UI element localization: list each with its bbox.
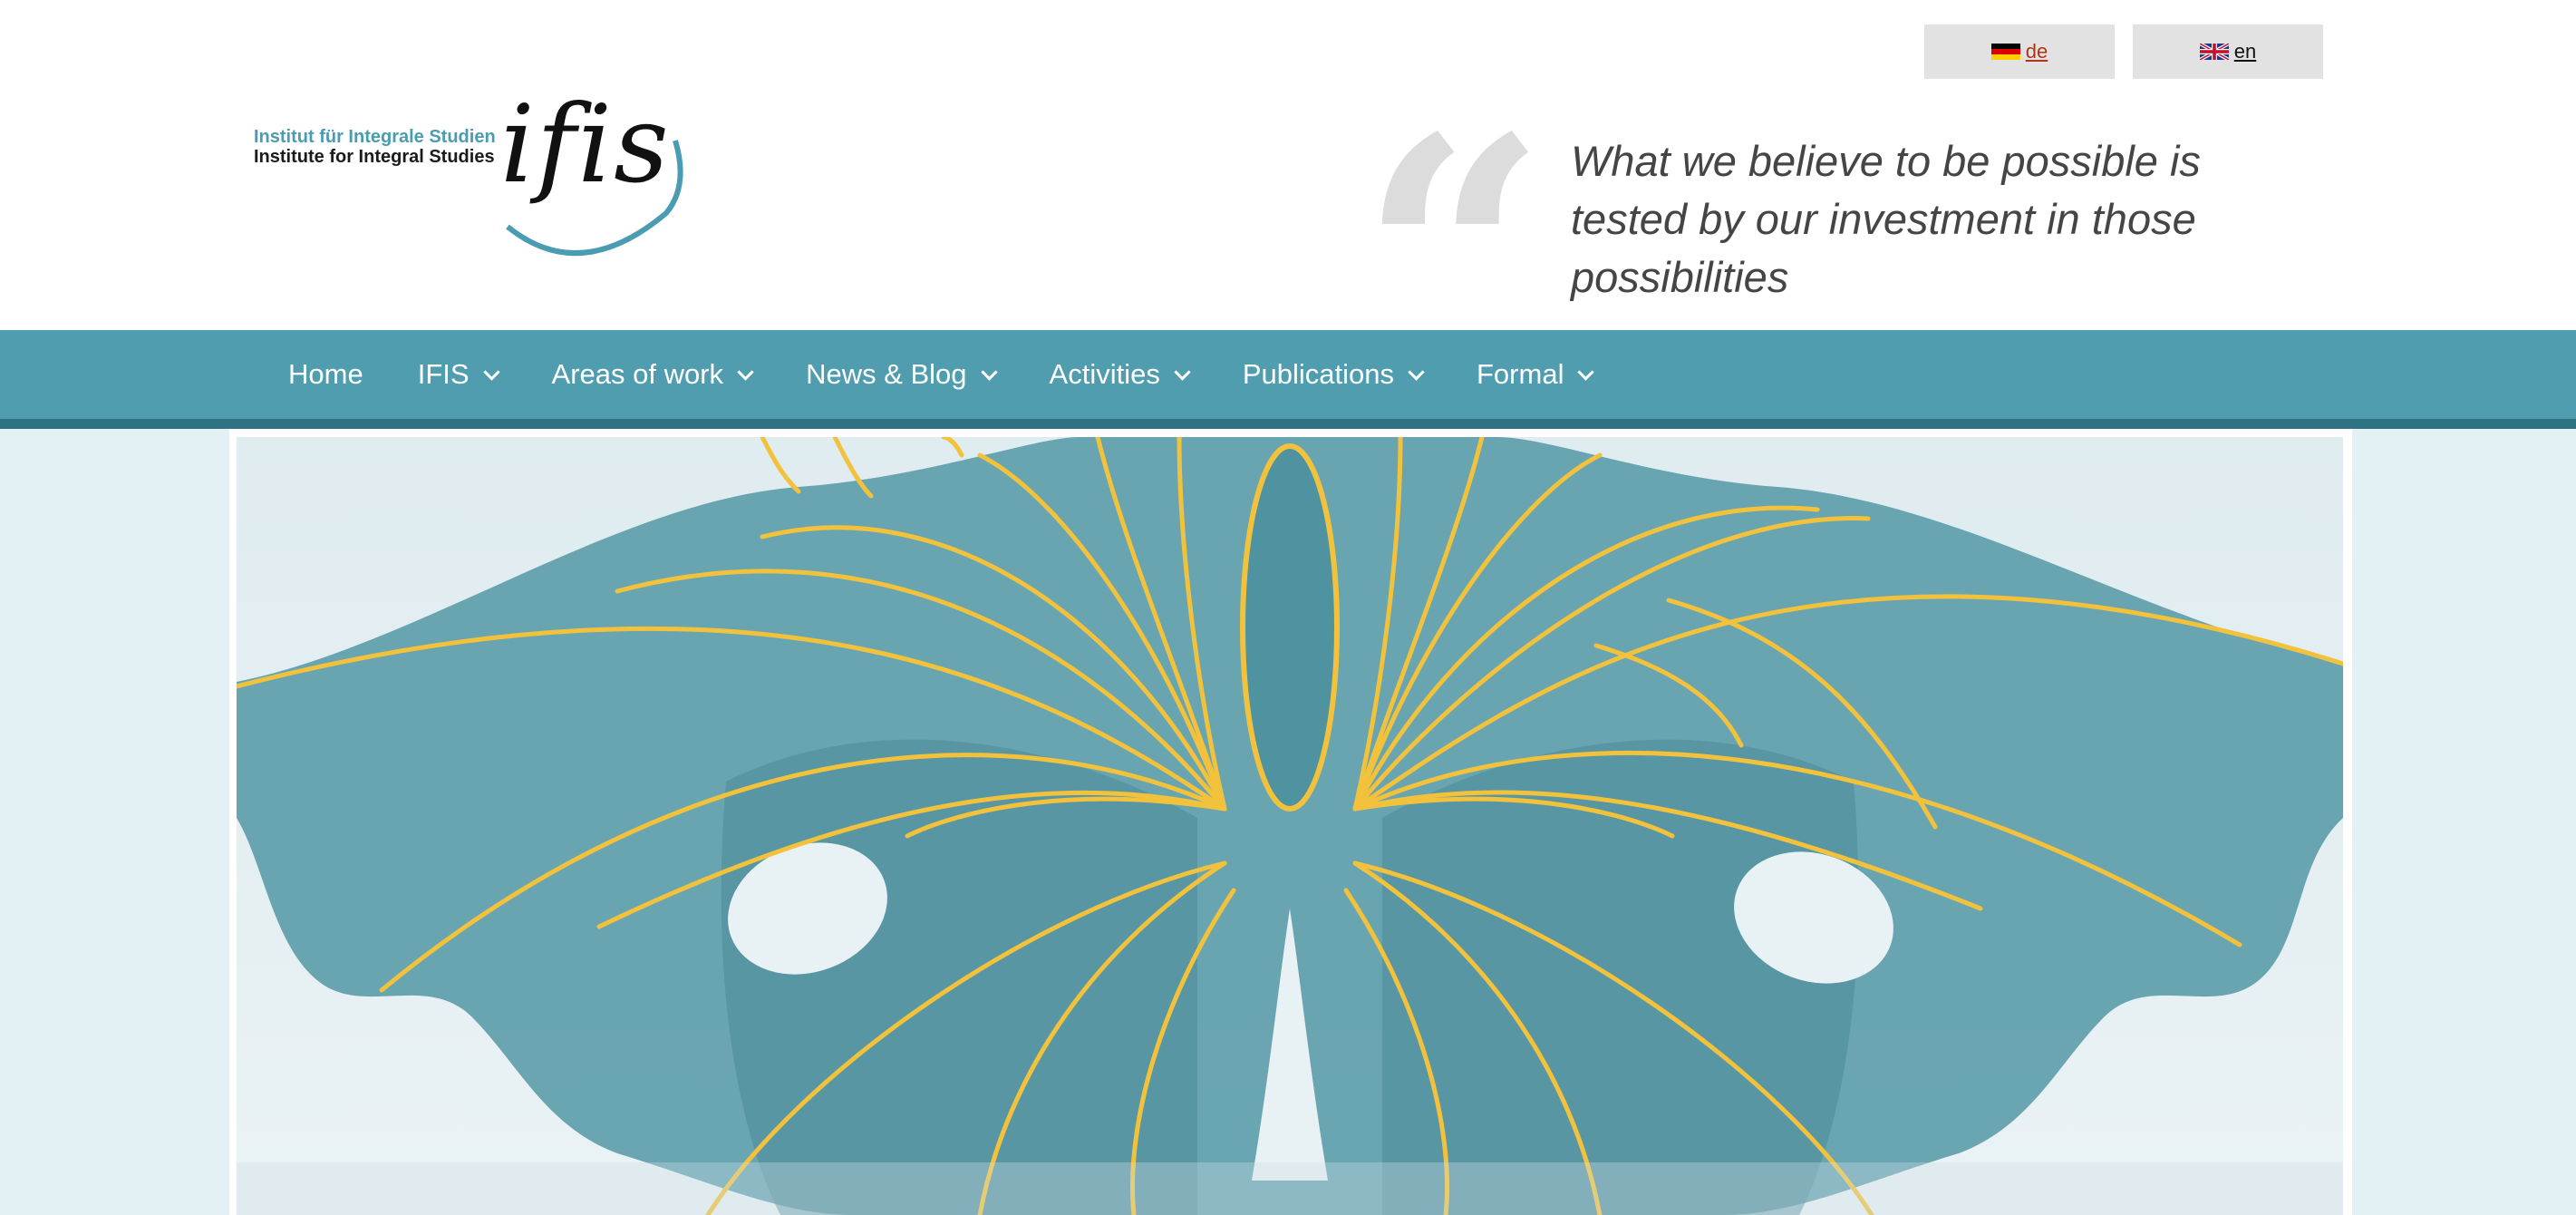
main-navigation: Home IFIS Areas of work News & Blog Acti… [0,330,2576,419]
butterfly-illustration [237,437,2343,1215]
germany-flag-icon [1990,44,2020,60]
nav-item-label: Activities [1049,358,1160,390]
nav-item-ifis[interactable]: IFIS [417,358,500,391]
chevron-down-icon [737,363,754,381]
chevron-down-icon [1408,363,1425,381]
nav-item-formal[interactable]: Formal [1477,358,1595,391]
language-en-button[interactable]: en [2133,24,2323,79]
nav-bottom-border [0,419,2576,429]
nav-item-label: Areas of work [551,358,724,390]
hero-image [237,437,2343,1215]
logo-line-german: Institut für Integrale Studien [254,127,496,147]
quote-mark-icon: “ [1360,95,1547,277]
header-quote: What we believe to be possible is tested… [1571,137,2201,301]
chevron-down-icon [482,363,500,381]
language-de-label: de [2025,40,2048,63]
nav-item-label: Formal [1477,358,1564,390]
nav-item-label: Home [288,358,363,390]
chevron-down-icon [980,363,998,381]
nav-menu: Home IFIS Areas of work News & Blog Acti… [288,330,1646,419]
nav-item-label: Publications [1242,358,1394,390]
nav-item-areas-of-work[interactable]: Areas of work [551,358,754,391]
chevron-down-icon [1174,363,1191,381]
nav-item-news-blog[interactable]: News & Blog [806,358,998,391]
nav-item-label: News & Blog [806,358,967,390]
nav-item-publications[interactable]: Publications [1242,358,1425,391]
logo-line-english: Institute for Integral Studies [254,147,495,167]
chevron-down-icon [1577,363,1595,381]
nav-item-activities[interactable]: Activities [1049,358,1191,391]
language-en-label: en [2233,40,2257,63]
page: de en Institut für Integrale Studien Ins… [0,0,2576,1215]
logo-mark: ifis [500,82,671,207]
nav-item-label: IFIS [417,358,470,390]
nav-item-home[interactable]: Home [288,358,363,391]
site-header: de en Institut für Integrale Studien Ins… [0,0,2576,330]
ifis-logo[interactable]: Institut für Integrale Studien Institute… [254,91,698,263]
language-de-button[interactable]: de [1924,24,2115,79]
uk-flag-icon [2199,44,2229,60]
